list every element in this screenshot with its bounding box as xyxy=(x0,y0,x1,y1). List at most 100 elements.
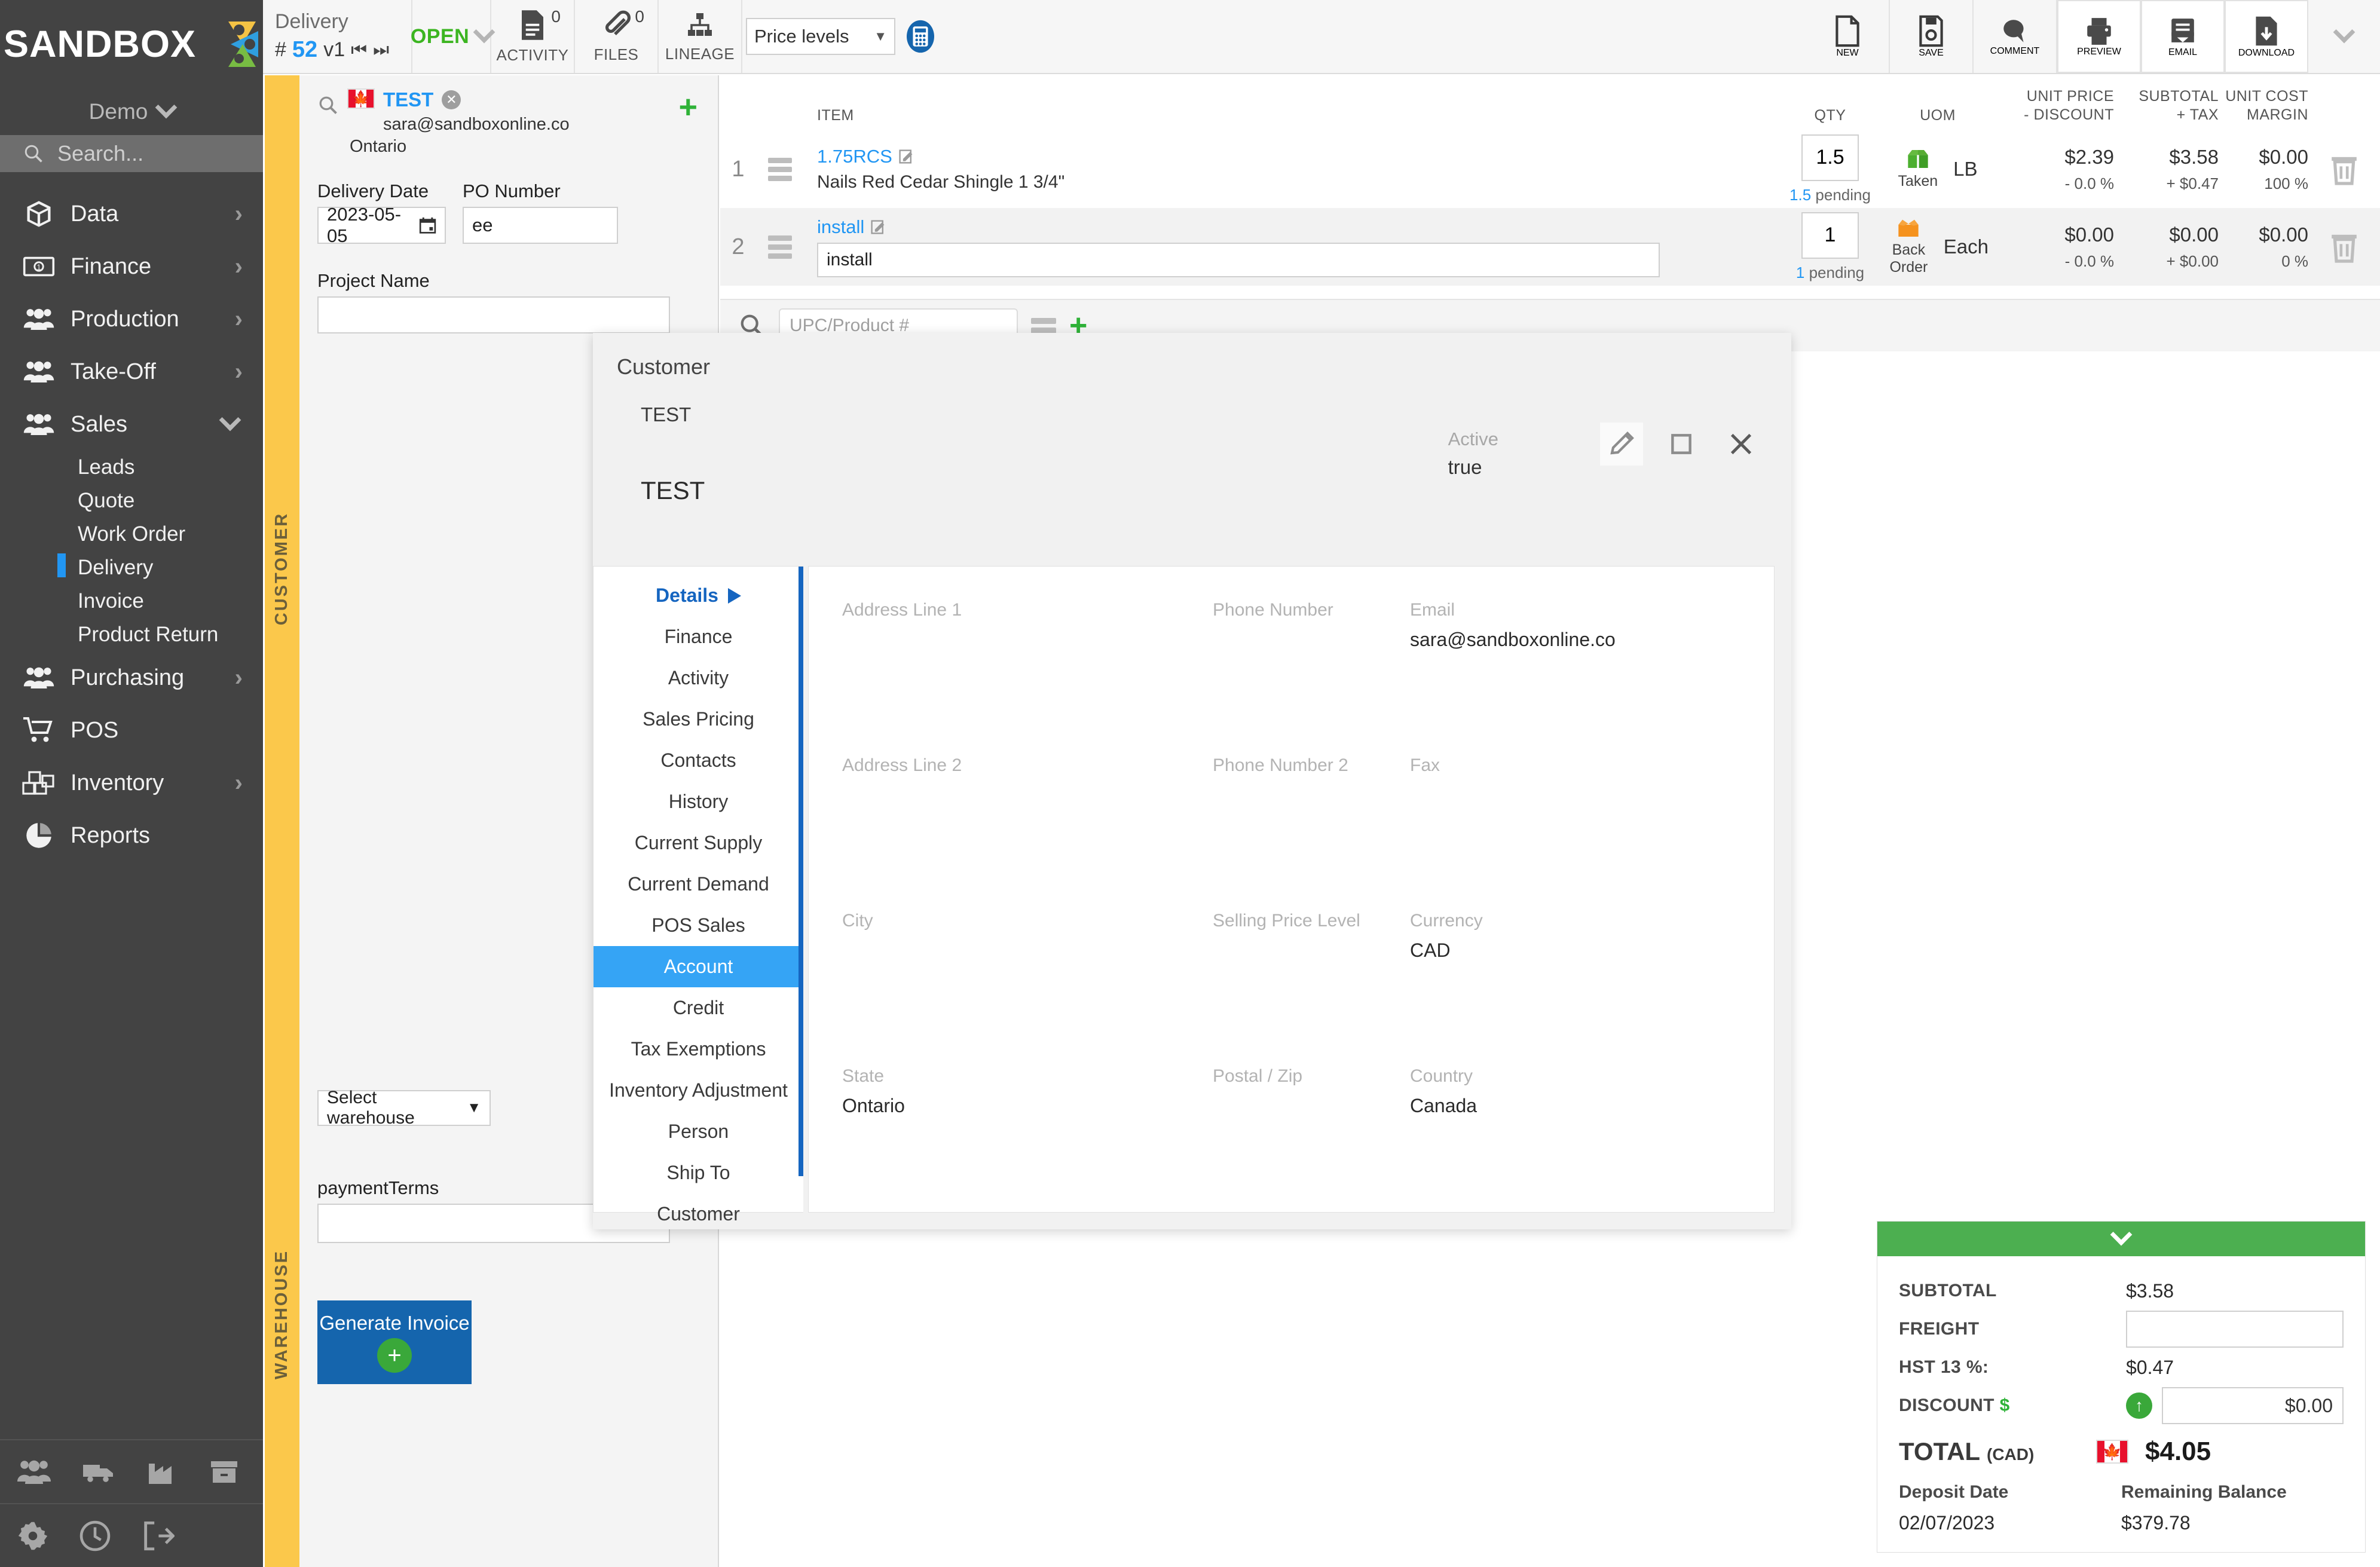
modal-menu-history[interactable]: History xyxy=(594,781,803,822)
trash-icon[interactable] xyxy=(2329,228,2360,263)
drag-handle-icon[interactable] xyxy=(756,235,804,259)
field-phone-number-2[interactable]: Phone Number 2 xyxy=(1213,755,1410,911)
field-postal-zip[interactable]: Postal / Zip xyxy=(1213,1066,1410,1222)
sidebar-item-inventory[interactable]: Inventory › xyxy=(0,757,263,809)
sidebar-item-data[interactable]: Data › xyxy=(0,188,263,240)
clear-customer-icon[interactable]: ✕ xyxy=(442,90,461,109)
field-phone-number[interactable]: Phone Number xyxy=(1213,600,1410,755)
search-input[interactable]: Search... xyxy=(0,135,263,172)
modal-menu-label: Current Supply xyxy=(634,832,763,853)
freight-input[interactable] xyxy=(2126,1311,2344,1348)
toolbar-more-button[interactable] xyxy=(2308,0,2380,73)
calculator-button[interactable] xyxy=(905,18,936,55)
field-city[interactable]: City xyxy=(842,911,1213,1066)
row-item-code[interactable]: 1.75RCS xyxy=(817,146,1773,167)
qty-input[interactable]: 1.5 xyxy=(1801,134,1859,181)
files-button[interactable]: 0 FILES xyxy=(575,0,659,73)
people-icon[interactable] xyxy=(16,1458,53,1486)
maximize-window-icon[interactable] xyxy=(1660,423,1703,466)
modal-menu-ship-to[interactable]: Ship To xyxy=(594,1152,803,1193)
trash-icon[interactable] xyxy=(2329,151,2360,185)
modal-menu-customer[interactable]: Customer xyxy=(594,1193,803,1235)
edit-pencil-icon[interactable] xyxy=(870,219,886,235)
field-address-line-1[interactable]: Address Line 1 xyxy=(842,600,1213,755)
logout-icon[interactable] xyxy=(140,1519,175,1553)
preview-button[interactable]: PREVIEW xyxy=(2057,0,2141,73)
sidebar-subitem-product-return[interactable]: Product Return xyxy=(0,618,263,651)
status-dropdown[interactable]: OPEN xyxy=(411,0,495,73)
modal-menu-pos-sales[interactable]: POS Sales xyxy=(594,905,803,946)
modal-menu-activity[interactable]: Activity xyxy=(594,657,803,699)
totals-collapse-button[interactable] xyxy=(1877,1222,2365,1256)
modal-menu-current-supply[interactable]: Current Supply xyxy=(594,822,803,864)
sidebar-subitem-leads[interactable]: Leads xyxy=(0,451,263,484)
modal-menu-details[interactable]: Details xyxy=(594,575,803,616)
sidebar-subitem-invoice[interactable]: Invoice xyxy=(0,584,263,618)
drag-handle-icon[interactable] xyxy=(756,157,804,181)
field-country[interactable]: Country Canada xyxy=(1410,1066,1774,1222)
sidebar-subitem-quote[interactable]: Quote xyxy=(0,484,263,518)
sidebar-subitem-delivery[interactable]: Delivery xyxy=(0,551,263,584)
sidebar-item-production[interactable]: Production › xyxy=(0,293,263,345)
generate-invoice-button[interactable]: Generate Invoice + xyxy=(317,1300,472,1384)
customer-name[interactable]: TEST xyxy=(383,88,433,111)
comment-label: COMMENT xyxy=(1990,46,2040,56)
modal-menu-account[interactable]: Account xyxy=(594,946,803,987)
field-state[interactable]: State Ontario xyxy=(842,1066,1213,1222)
delivery-date-input[interactable]: 2023-05-05 xyxy=(317,204,446,246)
row-status[interactable]: Back Order xyxy=(1887,218,1931,276)
modal-menu-current-demand[interactable]: Current Demand xyxy=(594,864,803,905)
sidebar-item-purchasing[interactable]: Purchasing › xyxy=(0,651,263,704)
archive-box-icon[interactable] xyxy=(207,1458,241,1486)
row-status[interactable]: Taken xyxy=(1898,149,1938,190)
next-record-icon[interactable]: ⏭ xyxy=(373,40,389,60)
modal-menu-finance[interactable]: Finance xyxy=(594,616,803,657)
modal-menu-sales-pricing[interactable]: Sales Pricing xyxy=(594,699,803,740)
sidebar-subitem-work-order[interactable]: Work Order xyxy=(0,518,263,551)
field-currency[interactable]: Currency CAD xyxy=(1410,911,1774,1066)
row-description-input[interactable]: install xyxy=(817,243,1660,277)
field-email[interactable]: Email sara@sandboxonline.co xyxy=(1410,600,1774,755)
sidebar-item-sales[interactable]: Sales xyxy=(0,398,263,451)
activity-button[interactable]: 0 ACTIVITY xyxy=(491,0,575,73)
clock-icon[interactable] xyxy=(78,1519,112,1553)
field-fax[interactable]: Fax xyxy=(1410,755,1774,911)
modal-menu-contacts[interactable]: Contacts xyxy=(594,740,803,781)
new-button[interactable]: NEW xyxy=(1806,0,1890,73)
sidebar-item-take-off[interactable]: Take-Off › xyxy=(0,345,263,398)
prev-record-icon[interactable]: ⏮ xyxy=(351,40,367,60)
sidebar-item-finance[interactable]: 1 Finance › xyxy=(0,240,263,293)
modal-menu-person[interactable]: Person xyxy=(594,1111,803,1152)
close-x-icon[interactable] xyxy=(1720,423,1763,466)
row-item-code[interactable]: install xyxy=(817,216,1773,238)
modal-menu-inventory-adjustment[interactable]: Inventory Adjustment xyxy=(594,1070,803,1111)
po-number-input[interactable]: ee xyxy=(463,207,618,244)
warehouse-select[interactable]: Select warehouse ▼ xyxy=(317,1088,491,1128)
search-icon[interactable] xyxy=(317,94,339,116)
comment-button[interactable]: COMMENT xyxy=(1974,0,2057,73)
project-name-input[interactable] xyxy=(317,296,670,333)
truck-icon[interactable] xyxy=(80,1458,117,1486)
field-selling-price-level[interactable]: Selling Price Level xyxy=(1213,911,1410,1066)
edit-pencil-icon[interactable] xyxy=(898,149,914,164)
lineage-button[interactable]: LINEAGE xyxy=(659,0,742,73)
brand-logo-area[interactable]: SANDBOX xyxy=(0,0,263,88)
factory-icon[interactable] xyxy=(145,1458,179,1486)
modal-menu-credit[interactable]: Credit xyxy=(594,987,803,1029)
email-button[interactable]: EMAIL xyxy=(2141,0,2225,73)
save-button[interactable]: SAVE xyxy=(1890,0,1974,73)
discount-input[interactable]: $0.00 xyxy=(2162,1387,2344,1424)
sidebar-item-reports[interactable]: Reports xyxy=(0,809,263,862)
field-address-line-2[interactable]: Address Line 2 xyxy=(842,755,1213,911)
add-customer-button[interactable]: + xyxy=(678,91,698,123)
sidebar-item-pos[interactable]: POS xyxy=(0,704,263,757)
price-levels-select[interactable]: Price levels ▼ xyxy=(746,18,895,55)
edit-pencil-icon[interactable] xyxy=(1600,423,1643,466)
tenant-selector[interactable]: Demo xyxy=(0,88,263,135)
apply-discount-button[interactable]: ↑ xyxy=(2126,1392,2152,1419)
modal-menu-tax-exemptions[interactable]: Tax Exemptions xyxy=(594,1029,803,1070)
download-button[interactable]: DOWNLOAD xyxy=(2225,0,2308,73)
chevron-right-icon: › xyxy=(234,664,243,691)
qty-input[interactable]: 1 xyxy=(1801,212,1859,259)
gear-icon[interactable] xyxy=(16,1519,50,1553)
